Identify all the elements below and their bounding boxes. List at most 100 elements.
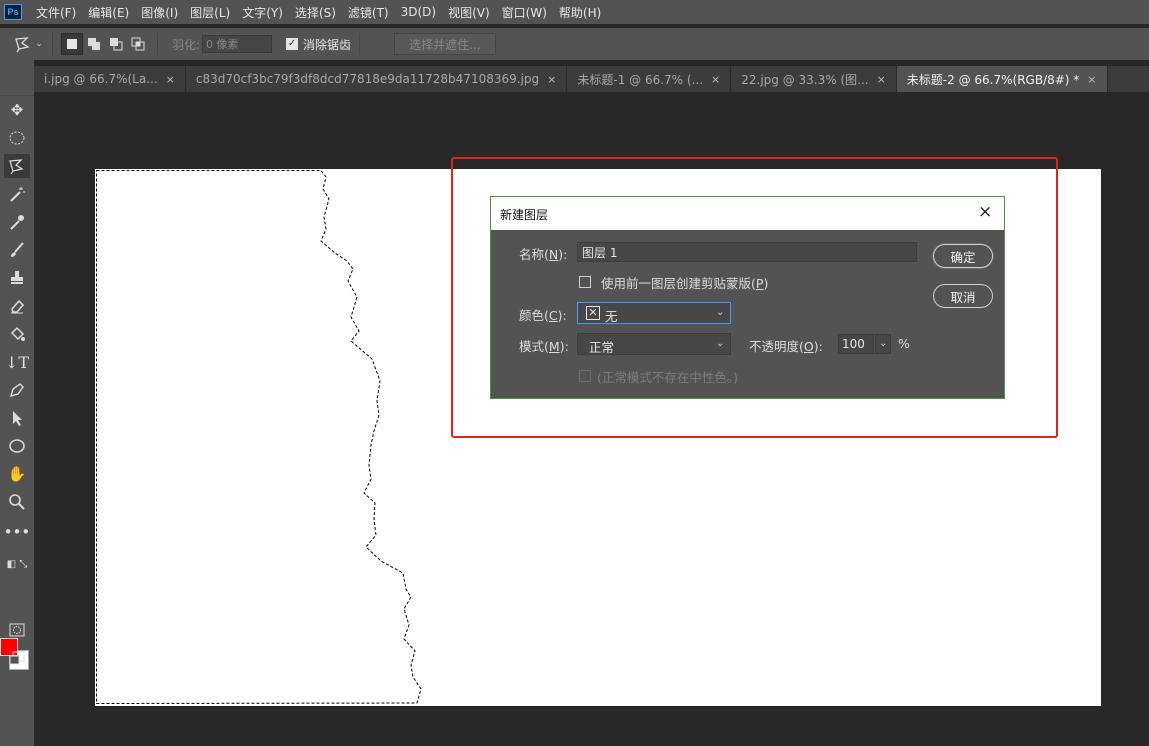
- chevron-down-icon: ⌄: [879, 338, 888, 349]
- clipping-mask-checkbox[interactable]: [579, 276, 591, 288]
- move-tool-icon[interactable]: ✥: [4, 98, 30, 122]
- color-label-key: C: [548, 308, 558, 323]
- neutral-color-label: (正常模式不存在中性色。): [597, 370, 739, 385]
- cancel-button[interactable]: 取消: [933, 284, 993, 308]
- blend-mode-select[interactable]: 正常 ⌄: [577, 333, 731, 355]
- new-layer-dialog: 新建图层 × 名称(N): 图层 1 使用前一图层创建剪贴蒙版(P) 颜色(C)…: [490, 196, 1005, 399]
- app-logo[interactable]: Ps: [4, 4, 22, 20]
- tab-document-4[interactable]: 22.jpg @ 33.3% (图... ×: [731, 66, 897, 92]
- path-selection-tool-icon[interactable]: [4, 406, 30, 430]
- opacity-unit: %: [898, 336, 910, 351]
- chevron-down-icon: ⌄: [716, 307, 725, 318]
- name-label: 名称(N):: [519, 244, 567, 263]
- layer-name-input[interactable]: 图层 1: [577, 242, 917, 262]
- magic-wand-tool-icon[interactable]: [4, 182, 30, 206]
- swap-colors-icon[interactable]: ◧ ⤡: [4, 552, 30, 576]
- tab-close-icon[interactable]: ×: [877, 73, 886, 86]
- color-label-end: ):: [557, 308, 567, 323]
- tab-close-icon[interactable]: ×: [1087, 73, 1096, 86]
- type-tool-icon[interactable]: ↓T: [4, 350, 30, 374]
- hand-tool-icon[interactable]: ✋: [4, 462, 30, 486]
- menu-layer[interactable]: 图层(L): [190, 4, 230, 21]
- mode-label: 模式(M):: [519, 336, 569, 355]
- color-select[interactable]: ✕ 无 ⌄: [577, 302, 731, 324]
- toolbar-grip[interactable]: [0, 60, 34, 96]
- pen-tool-icon[interactable]: [4, 378, 30, 402]
- neutral-color-checkbox[interactable]: [579, 370, 591, 382]
- feather-input[interactable]: 0 像素: [202, 35, 273, 53]
- clip-label-end: ): [763, 276, 769, 291]
- menu-filter[interactable]: 滤镜(T): [348, 4, 389, 21]
- select-and-mask-button[interactable]: 选择并遮住...: [394, 33, 496, 55]
- opacity-label-key: O: [803, 339, 814, 354]
- dialog-title: 新建图层: [500, 208, 549, 222]
- tab-document-1[interactable]: i.jpg @ 66.7%(La... ×: [34, 66, 186, 92]
- zoom-tool-icon[interactable]: [4, 490, 30, 514]
- antialias-label: 消除锯齿: [303, 37, 352, 52]
- menu-window[interactable]: 窗口(W): [502, 4, 547, 21]
- no-color-icon: ✕: [586, 306, 600, 320]
- new-selection-icon[interactable]: [61, 33, 83, 55]
- intersect-selection-icon[interactable]: [127, 33, 149, 55]
- opacity-label-end: ):: [813, 339, 823, 354]
- tab-label: 未标题-2 @ 66.7%(RGB/8#) *: [906, 72, 1080, 87]
- blend-mode-value: 正常: [589, 340, 615, 355]
- stamp-tool-icon[interactable]: [4, 266, 30, 290]
- mode-label-end: ):: [559, 339, 569, 354]
- tab-document-5[interactable]: 未标题-2 @ 66.7%(RGB/8#) * ×: [896, 66, 1108, 92]
- clip-label-text: 使用前一图层创建剪贴蒙版(: [601, 276, 756, 291]
- add-to-selection-icon[interactable]: [83, 33, 105, 55]
- options-bar: ⌄ 羽化: 0 像素 ✓ 消除锯齿 选择并遮住...: [0, 28, 1149, 60]
- color-label-text: 颜色(: [519, 308, 549, 323]
- menu-select[interactable]: 选择(S): [295, 4, 336, 21]
- dialog-titlebar[interactable]: 新建图层 ×: [491, 197, 1004, 230]
- paint-bucket-tool-icon[interactable]: [4, 322, 30, 346]
- clipping-mask-label: 使用前一图层创建剪贴蒙版(P): [601, 273, 768, 292]
- menu-3d[interactable]: 3D(D): [401, 5, 436, 19]
- tab-document-2[interactable]: c83d70cf3bc79f3df8dcd77818e9da11728b4710…: [186, 66, 568, 92]
- tab-document-3[interactable]: 未标题-1 @ 66.7% (... ×: [567, 66, 732, 92]
- opacity-dropdown[interactable]: ⌄: [875, 334, 891, 354]
- document-tabs: i.jpg @ 66.7%(La... × c83d70cf3bc79f3df8…: [34, 66, 1149, 92]
- close-icon[interactable]: ×: [978, 202, 992, 222]
- ellipse-tool-icon[interactable]: [4, 434, 30, 458]
- name-label-text: 名称(: [519, 247, 549, 262]
- tab-label: 未标题-1 @ 66.7% (...: [577, 72, 704, 87]
- mode-label-text: 模式(: [519, 339, 549, 354]
- menu-edit[interactable]: 编辑(E): [88, 4, 129, 21]
- opacity-label: 不透明度(O):: [749, 336, 823, 355]
- opacity-label-text: 不透明度(: [749, 339, 804, 354]
- eyedropper-tool-icon[interactable]: [4, 210, 30, 234]
- lasso-icon[interactable]: [12, 33, 34, 55]
- menu-bar: Ps 文件(F) 编辑(E) 图像(I) 图层(L) 文字(Y) 选择(S) 滤…: [0, 0, 1149, 24]
- antialias-checkbox[interactable]: ✓: [286, 38, 299, 50]
- tab-label: c83d70cf3bc79f3df8dcd77818e9da11728b4710…: [195, 72, 540, 86]
- tab-close-icon[interactable]: ×: [547, 73, 556, 86]
- quick-mask-icon[interactable]: [4, 618, 30, 642]
- menu-image[interactable]: 图像(I): [141, 4, 178, 21]
- tab-close-icon[interactable]: ×: [711, 73, 720, 86]
- subtract-from-selection-icon[interactable]: [105, 33, 127, 55]
- eraser-tool-icon[interactable]: [4, 294, 30, 318]
- marquee-tool-icon[interactable]: [4, 126, 30, 150]
- feather-label: 羽化:: [172, 37, 201, 52]
- mode-label-key: M: [548, 339, 560, 354]
- lasso-tool-icon[interactable]: [4, 154, 30, 178]
- menu-type[interactable]: 文字(Y): [242, 4, 283, 21]
- ok-button[interactable]: 确定: [933, 244, 993, 268]
- color-label: 颜色(C):: [519, 305, 567, 324]
- brush-tool-icon[interactable]: [4, 238, 30, 262]
- screen-mode-icon[interactable]: [4, 646, 30, 670]
- menu-view[interactable]: 视图(V): [448, 4, 490, 21]
- tool-preset-chevron-icon[interactable]: ⌄: [34, 33, 44, 55]
- separator: [359, 33, 361, 55]
- menu-file[interactable]: 文件(F): [36, 4, 76, 21]
- menu-help[interactable]: 帮助(H): [559, 4, 601, 21]
- more-tools-icon[interactable]: •••: [4, 520, 31, 544]
- tools-panel: ✥ ↓T ✋ ••• ◧ ⤡: [0, 60, 34, 746]
- separator: [52, 33, 53, 55]
- opacity-input[interactable]: 100: [838, 334, 874, 354]
- name-label-end: ):: [558, 247, 568, 262]
- name-label-key: N: [548, 247, 559, 262]
- tab-close-icon[interactable]: ×: [166, 73, 175, 86]
